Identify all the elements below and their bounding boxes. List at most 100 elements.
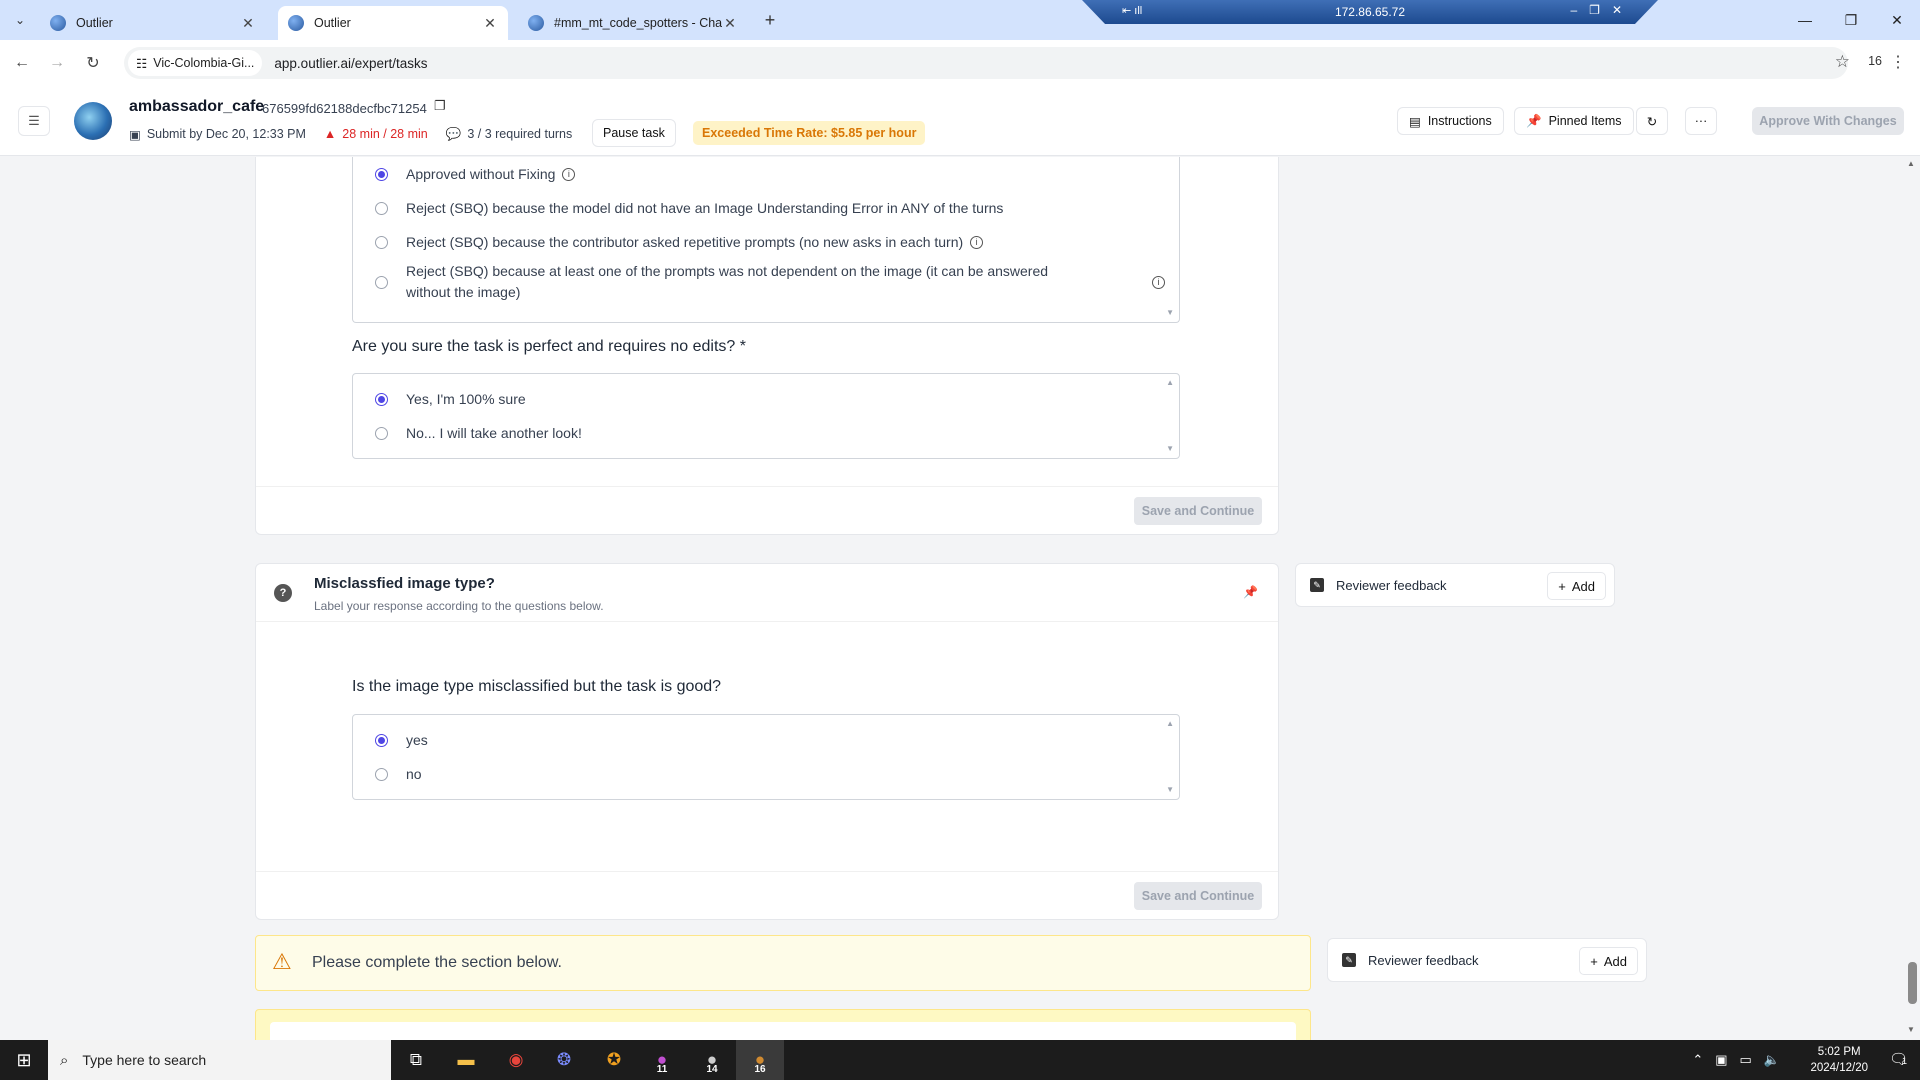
windows-start-icon[interactable]: ⊞ — [0, 1040, 48, 1080]
option-reject-no-image-error[interactable]: Reject (SBQ) because the model did not h… — [375, 200, 1003, 216]
taskbar-search[interactable]: ⌕ Type here to search — [48, 1040, 391, 1080]
browser-tab-3[interactable]: #mm_mt_code_spotters - Chat ✕ — [518, 6, 748, 40]
scroll-down-arrow-icon[interactable]: ▼ — [1166, 308, 1174, 317]
info-icon[interactable]: i — [562, 167, 576, 181]
app-icon-grey[interactable]: ● 14 — [688, 1040, 736, 1080]
add-feedback-button[interactable]: + Add — [1547, 572, 1606, 600]
site-info-chip[interactable]: ☷ Vic-Colombia-Gi... — [128, 50, 263, 76]
scroll-down-icon[interactable]: ▼ — [1907, 1025, 1915, 1034]
option-no[interactable]: no — [375, 766, 422, 782]
network-icon[interactable]: ▭ — [1740, 1052, 1752, 1068]
back-arrow-icon[interactable]: ← — [11, 52, 33, 74]
radio-unselected[interactable] — [375, 201, 388, 215]
section-subtitle: Label your response according to the que… — [314, 599, 604, 613]
minimize-icon[interactable]: — — [1782, 0, 1828, 40]
rdp-controls: – ❐ ✕ — [1570, 3, 1622, 17]
add-feedback-button[interactable]: + Add — [1579, 947, 1638, 975]
pinned-items-button[interactable]: 📌 Pinned Items — [1514, 107, 1634, 135]
outlier-favicon-icon — [288, 15, 304, 31]
notification-count: 1 — [1902, 1056, 1908, 1066]
tab-search-button[interactable]: ⌄ — [8, 9, 32, 31]
option-label: yes — [406, 732, 428, 748]
tray-chevron-icon[interactable]: ⌃ — [1692, 1052, 1703, 1068]
browser-tab-2[interactable]: Outlier ✕ — [278, 6, 508, 40]
instructions-button[interactable]: ▤ Instructions — [1397, 107, 1504, 135]
volume-icon[interactable]: 🔈 — [1764, 1052, 1780, 1068]
radio-unselected[interactable] — [375, 235, 388, 249]
info-icon[interactable]: i — [1152, 275, 1165, 289]
chrome-icon[interactable]: ◉ — [492, 1040, 540, 1080]
warning-triangle-icon: ▲ — [323, 127, 337, 141]
option-label: Reject (SBQ) because the contributor ask… — [406, 234, 964, 250]
outlier-logo — [74, 102, 112, 140]
pinned-items-label: Pinned Items — [1548, 114, 1622, 128]
radio-selected[interactable] — [375, 167, 388, 181]
app-icon-active[interactable]: ● 16 — [736, 1040, 784, 1080]
scroll-up-arrow-icon[interactable]: ▲ — [1166, 719, 1174, 728]
pin-section-icon[interactable]: 📌 — [1243, 585, 1258, 599]
option-yes[interactable]: yes — [375, 732, 428, 748]
close-tab-icon[interactable]: ✕ — [722, 15, 738, 32]
pause-task-button[interactable]: Pause task — [592, 119, 676, 147]
refresh-button[interactable]: ↻ — [1636, 107, 1668, 135]
option-reject-not-image-dependent[interactable]: Reject (SBQ) because at least one of the… — [375, 261, 1165, 303]
app-icon-blue[interactable]: ❂ — [540, 1040, 588, 1080]
clock-date: 2024/12/20 — [1810, 1062, 1868, 1074]
option-reject-repetitive-prompts[interactable]: Reject (SBQ) because the contributor ask… — [375, 234, 984, 250]
file-explorer-icon[interactable]: ▬ — [442, 1040, 490, 1080]
submit-deadline: Submit by Dec 20, 12:33 PM — [146, 127, 306, 141]
close-window-icon[interactable]: ✕ — [1874, 0, 1920, 40]
more-options-button[interactable]: ··· — [1685, 107, 1717, 135]
radio-selected[interactable] — [375, 733, 388, 747]
url-text[interactable]: app.outlier.ai/expert/tasks — [274, 56, 427, 71]
save-and-continue-button[interactable]: Save and Continue — [1134, 497, 1262, 525]
copy-icon[interactable]: ❐ — [434, 98, 446, 114]
reviewer-feedback-panel: ✎ Reviewer feedback + Add — [1295, 563, 1615, 607]
radio-unselected[interactable] — [375, 275, 388, 289]
browser-menu-icon[interactable]: ⋮ — [1890, 52, 1906, 72]
radio-selected[interactable] — [375, 392, 388, 406]
plus-icon: + — [1590, 953, 1598, 969]
task-content[interactable]: Approved without Fixing i Reject (SBQ) b… — [0, 157, 1920, 1040]
close-tab-icon[interactable]: ✕ — [482, 15, 498, 32]
scroll-down-arrow-icon[interactable]: ▼ — [1166, 444, 1174, 453]
bookmark-star-icon[interactable]: ☆ — [1835, 52, 1850, 72]
option-yes-sure[interactable]: Yes, I'm 100% sure — [375, 391, 526, 407]
sidebar-toggle-icon[interactable]: ☰ — [18, 106, 50, 136]
new-tab-button[interactable]: + — [758, 8, 782, 32]
chat-bubbles-icon: 💬 — [445, 126, 462, 141]
approve-with-changes-button[interactable]: Approve With Changes — [1752, 107, 1904, 135]
app-icon-purple[interactable]: ● 11 — [638, 1040, 686, 1080]
omnibox[interactable]: ☷ Vic-Colombia-Gi... app.outlier.ai/expe… — [124, 47, 1848, 79]
save-and-continue-button[interactable]: Save and Continue — [1134, 882, 1262, 910]
option-no-another-look[interactable]: No... I will take another look! — [375, 425, 582, 441]
profile-count[interactable]: 16 — [1868, 54, 1882, 68]
radio-unselected[interactable] — [375, 426, 388, 440]
scroll-down-arrow-icon[interactable]: ▼ — [1166, 785, 1174, 794]
reload-icon[interactable]: ↻ — [82, 52, 104, 74]
confirm-options-box: ▲ Yes, I'm 100% sure No... I will take a… — [352, 373, 1180, 459]
security-icon[interactable]: ▣ — [1715, 1052, 1727, 1068]
notification-icon[interactable]: 🗨1 — [1889, 1050, 1908, 1068]
task-view-icon[interactable]: ⧉ — [392, 1040, 440, 1080]
scroll-up-arrow-icon[interactable]: ▲ — [1166, 378, 1174, 387]
browser-tab-1[interactable]: Outlier ✕ — [40, 6, 266, 40]
rdp-restore-icon[interactable]: ❐ — [1589, 3, 1600, 17]
info-icon[interactable]: i — [970, 235, 984, 249]
outlier-favicon-icon — [50, 15, 66, 31]
scrollbar-thumb[interactable] — [1908, 962, 1917, 1004]
scroll-up-icon[interactable]: ▲ — [1907, 159, 1915, 168]
page-scrollbar[interactable]: ▲ ▼ — [1904, 157, 1920, 1040]
rdp-close-icon[interactable]: ✕ — [1612, 3, 1622, 17]
system-clock[interactable]: 5:02 PM 2024/12/20 — [1810, 1044, 1868, 1076]
restore-icon[interactable]: ❐ — [1828, 0, 1874, 40]
rdp-minimize-icon[interactable]: – — [1570, 3, 1577, 17]
misclassified-section-card: ? Misclassfied image type? Label your re… — [255, 563, 1279, 920]
option-approved-without-fixing[interactable]: Approved without Fixing i — [375, 166, 576, 182]
close-tab-icon[interactable]: ✕ — [240, 15, 256, 32]
app-icon-orange[interactable]: ✪ — [590, 1040, 638, 1080]
section-title: Misclassfied image type? — [314, 575, 495, 592]
reviewer-feedback-label: Reviewer feedback — [1368, 953, 1479, 968]
radio-unselected[interactable] — [375, 767, 388, 781]
forward-arrow-icon[interactable]: → — [46, 52, 68, 74]
